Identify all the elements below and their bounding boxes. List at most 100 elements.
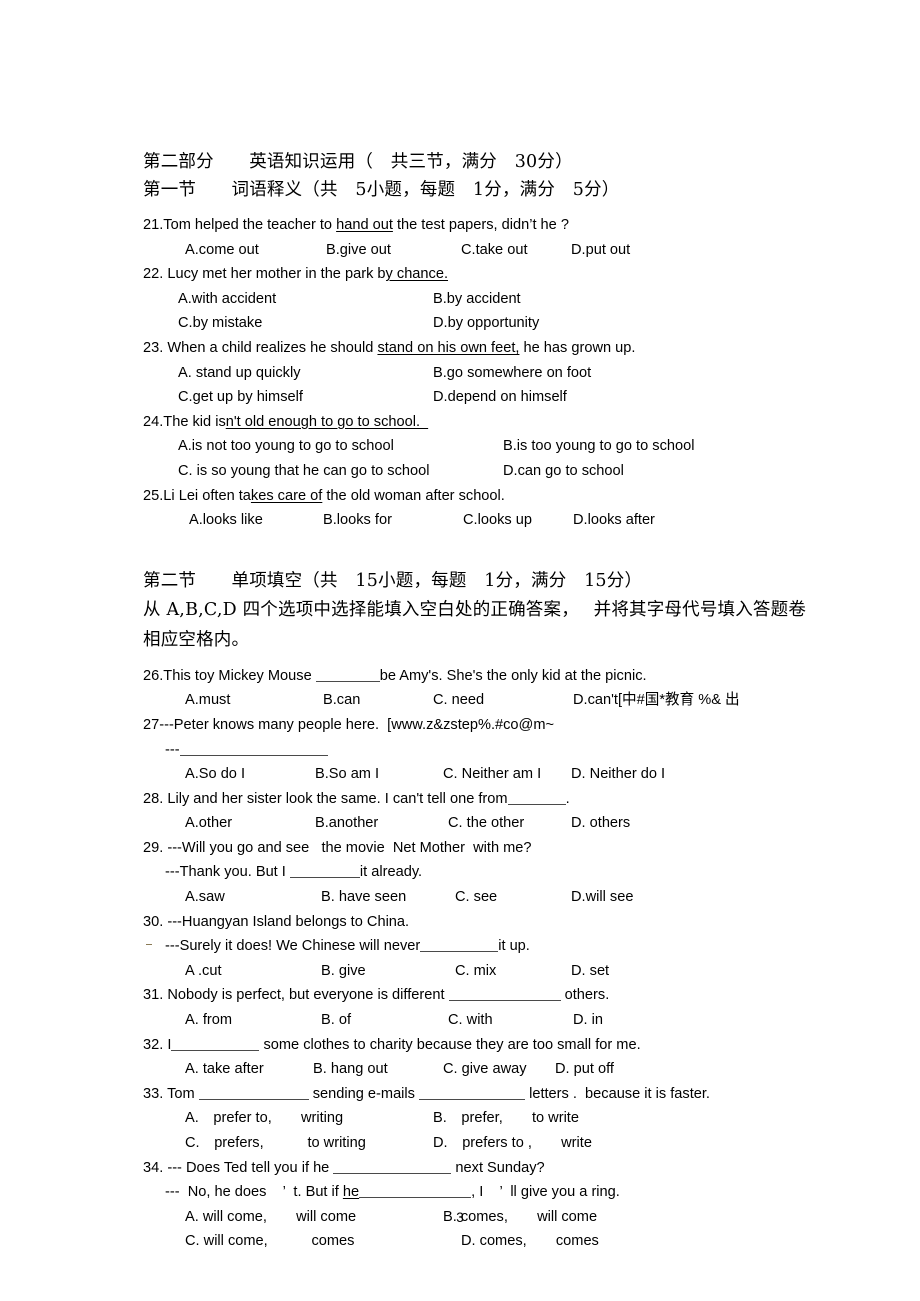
q31-stem-b: others. xyxy=(560,987,610,1004)
document-body: 第二部分 英语知识运用（ 共三节，满分 30分） 第一节 词语释义（共 5小题，… xyxy=(143,148,823,1254)
question-30-stem: 30. ---Huangyan Island belongs to China. xyxy=(143,913,410,930)
question-23-options-row1: A. stand up quickly B.go somewhere on fo… xyxy=(143,361,823,386)
q31-stem-a: 31. Nobody is perfect, but everyone is d… xyxy=(143,987,449,1004)
q28-option-a[interactable]: A.other xyxy=(185,811,232,836)
q27-option-b[interactable]: B.So am I xyxy=(315,762,379,787)
q23-stem-post: he has grown up. xyxy=(519,339,636,356)
q26-stem-a: 26.This toy Mickey Mouse xyxy=(143,667,316,684)
question-24-options-row1: A.is not too young to go to school B.is … xyxy=(143,434,823,459)
q30-line2-b: it up. xyxy=(498,938,530,955)
question-34-answer-line: --- No, he does ’ t. But if he , I ’ ll g… xyxy=(143,1180,823,1205)
q30-option-c[interactable]: C. mix xyxy=(455,959,496,984)
q30-blank[interactable] xyxy=(420,937,499,953)
q28-blank[interactable] xyxy=(507,790,566,805)
q24-option-c[interactable]: C. is so young that he can go to school xyxy=(178,459,430,484)
q24-option-a[interactable]: A.is not too young to go to school xyxy=(178,434,394,459)
q34-line1-a: 34. --- Does Ted tell you if he xyxy=(143,1159,334,1176)
q24-option-b[interactable]: B.is too young to go to school xyxy=(503,434,694,459)
q33-stem-b: sending e-mails xyxy=(308,1085,420,1102)
q30-line2-a: ---Surely it does! We Chinese will never xyxy=(165,938,421,955)
q27-option-d[interactable]: D. Neither do I xyxy=(571,762,665,787)
q29-blank[interactable] xyxy=(289,864,360,879)
q31-option-a[interactable]: A. from xyxy=(185,1008,232,1033)
q29-option-b[interactable]: B. have seen xyxy=(321,885,406,910)
q21-stem-pre: 21.Tom helped the teacher to xyxy=(143,217,337,233)
q23-option-b[interactable]: B.go somewhere on foot xyxy=(433,361,591,386)
q31-option-c[interactable]: C. with xyxy=(448,1008,493,1033)
part-heading: 第二部分 英语知识运用（ 共三节，满分 30分） xyxy=(143,152,573,172)
question-31-options: A. from B. of C. with D. in xyxy=(143,1008,823,1033)
q26-option-d-watermark[interactable]: D.can't[中#国*教育 %& 出 xyxy=(573,688,740,713)
q33-option-c[interactable]: C. prefers, to writing xyxy=(185,1131,366,1156)
q27-option-c[interactable]: C. Neither am I xyxy=(443,762,541,787)
q25-option-d[interactable]: D.looks after xyxy=(573,508,655,533)
q25-option-b[interactable]: B.looks for xyxy=(323,508,392,533)
q26-option-b[interactable]: B.can xyxy=(323,688,360,713)
q32-blank[interactable] xyxy=(171,1036,260,1051)
q28-option-d[interactable]: D. others xyxy=(571,811,630,836)
question-33-options-row2: C. prefers, to writing D. prefers to , w… xyxy=(143,1131,823,1156)
q32-option-c[interactable]: C. give away xyxy=(443,1057,527,1082)
q25-option-c[interactable]: C.looks up xyxy=(463,508,532,533)
q33-option-a[interactable]: A. prefer to, writing xyxy=(185,1106,343,1131)
q34-option-d[interactable]: D. comes, comes xyxy=(461,1229,599,1254)
q31-option-b[interactable]: B. of xyxy=(321,1008,351,1033)
q30-option-b[interactable]: B. give xyxy=(321,959,366,984)
question-22-options-row2: C.by mistake D.by opportunity xyxy=(143,311,823,336)
q26-stem-b: be Amy's. She's the only kid at the picn… xyxy=(379,667,647,684)
question-27-options: A.So do I B.So am I C. Neither am I D. N… xyxy=(143,762,823,787)
q22-option-d[interactable]: D.by opportunity xyxy=(433,311,539,336)
q33-blank-2[interactable] xyxy=(419,1085,526,1100)
q21-option-b[interactable]: B.give out xyxy=(326,238,391,263)
q31-blank[interactable] xyxy=(448,987,561,1002)
q32-option-b[interactable]: B. hang out xyxy=(313,1057,388,1082)
q26-option-c[interactable]: C. need xyxy=(433,688,484,713)
question-33-options-row1: A. prefer to, writing B. prefer, to writ… xyxy=(143,1106,823,1131)
question-30-answer-line: ---Surely it does! We Chinese will never… xyxy=(143,934,823,959)
question-24-options-row2: C. is so young that he can go to school … xyxy=(143,459,823,484)
q24-option-d[interactable]: D.can go to school xyxy=(503,459,624,484)
q26-option-a[interactable]: A.must xyxy=(185,688,230,713)
document-page: 第二部分 英语知识运用（ 共三节，满分 30分） 第一节 词语释义（共 5小题，… xyxy=(0,0,920,1301)
q21-stem-underlined: hand out xyxy=(336,217,393,233)
q23-option-d[interactable]: D.depend on himself xyxy=(433,385,567,410)
q21-option-a[interactable]: A.come out xyxy=(185,238,259,263)
q30-option-d[interactable]: D. set xyxy=(571,959,609,984)
question-33-stem: 33. Tom sending e-mails letters . becaus… xyxy=(143,1082,823,1107)
q22-option-a[interactable]: A.with accident xyxy=(178,287,276,312)
q32-option-a[interactable]: A. take after xyxy=(185,1057,264,1082)
q26-blank[interactable] xyxy=(315,667,380,682)
q29-option-d[interactable]: D.will see xyxy=(571,885,633,910)
q23-option-c[interactable]: C.get up by himself xyxy=(178,385,303,410)
q27-option-a[interactable]: A.So do I xyxy=(185,762,245,787)
q28-option-b[interactable]: B.another xyxy=(315,811,378,836)
q29-option-c[interactable]: C. see xyxy=(455,885,497,910)
q34-blank-2[interactable] xyxy=(359,1183,472,1199)
q27-blank[interactable] xyxy=(179,741,328,756)
q33-blank-1[interactable] xyxy=(198,1085,309,1100)
q31-option-d[interactable]: D. in xyxy=(573,1008,603,1033)
q25-option-a[interactable]: A.looks like xyxy=(189,508,263,533)
q34-option-c[interactable]: C. will come, comes xyxy=(185,1229,354,1254)
q33-option-d[interactable]: D. prefers to , write xyxy=(433,1131,592,1156)
q23-option-a[interactable]: A. stand up quickly xyxy=(178,361,301,386)
q22-option-c[interactable]: C.by mistake xyxy=(178,311,262,336)
q32-option-d[interactable]: D. put off xyxy=(555,1057,614,1082)
q34-line2-b: , I ’ ll give you a ring. xyxy=(471,1184,620,1201)
q33-option-b[interactable]: B. prefer, to write xyxy=(433,1106,579,1131)
q21-option-c[interactable]: C.take out xyxy=(461,238,528,263)
q34-blank-1[interactable] xyxy=(333,1159,452,1174)
question-34-options-row2: C. will come, comes D. comes, comes xyxy=(143,1229,823,1254)
q21-stem-post: the test papers, didn’t he ? xyxy=(392,217,569,233)
q22-stem-pre: 22. Lucy met her mother in the park b xyxy=(143,266,386,283)
q29-option-a[interactable]: A.saw xyxy=(185,885,225,910)
question-29-options: A.saw B. have seen C. see D.will see xyxy=(143,885,823,910)
q21-option-d[interactable]: D.put out xyxy=(571,238,630,263)
question-22-options-row1: A.with accident B.by accident xyxy=(143,287,823,312)
q30-option-a[interactable]: A .cut xyxy=(185,959,222,984)
q29-line2-a: ---Thank you. But I xyxy=(165,864,290,881)
q22-option-b[interactable]: B.by accident xyxy=(433,287,521,312)
question-29-answer-line: ---Thank you. But I it already. xyxy=(143,860,823,885)
question-26-options: A.must B.can C. need D.can't[中#国*教育 %& 出 xyxy=(143,688,823,713)
q28-option-c[interactable]: C. the other xyxy=(448,811,524,836)
